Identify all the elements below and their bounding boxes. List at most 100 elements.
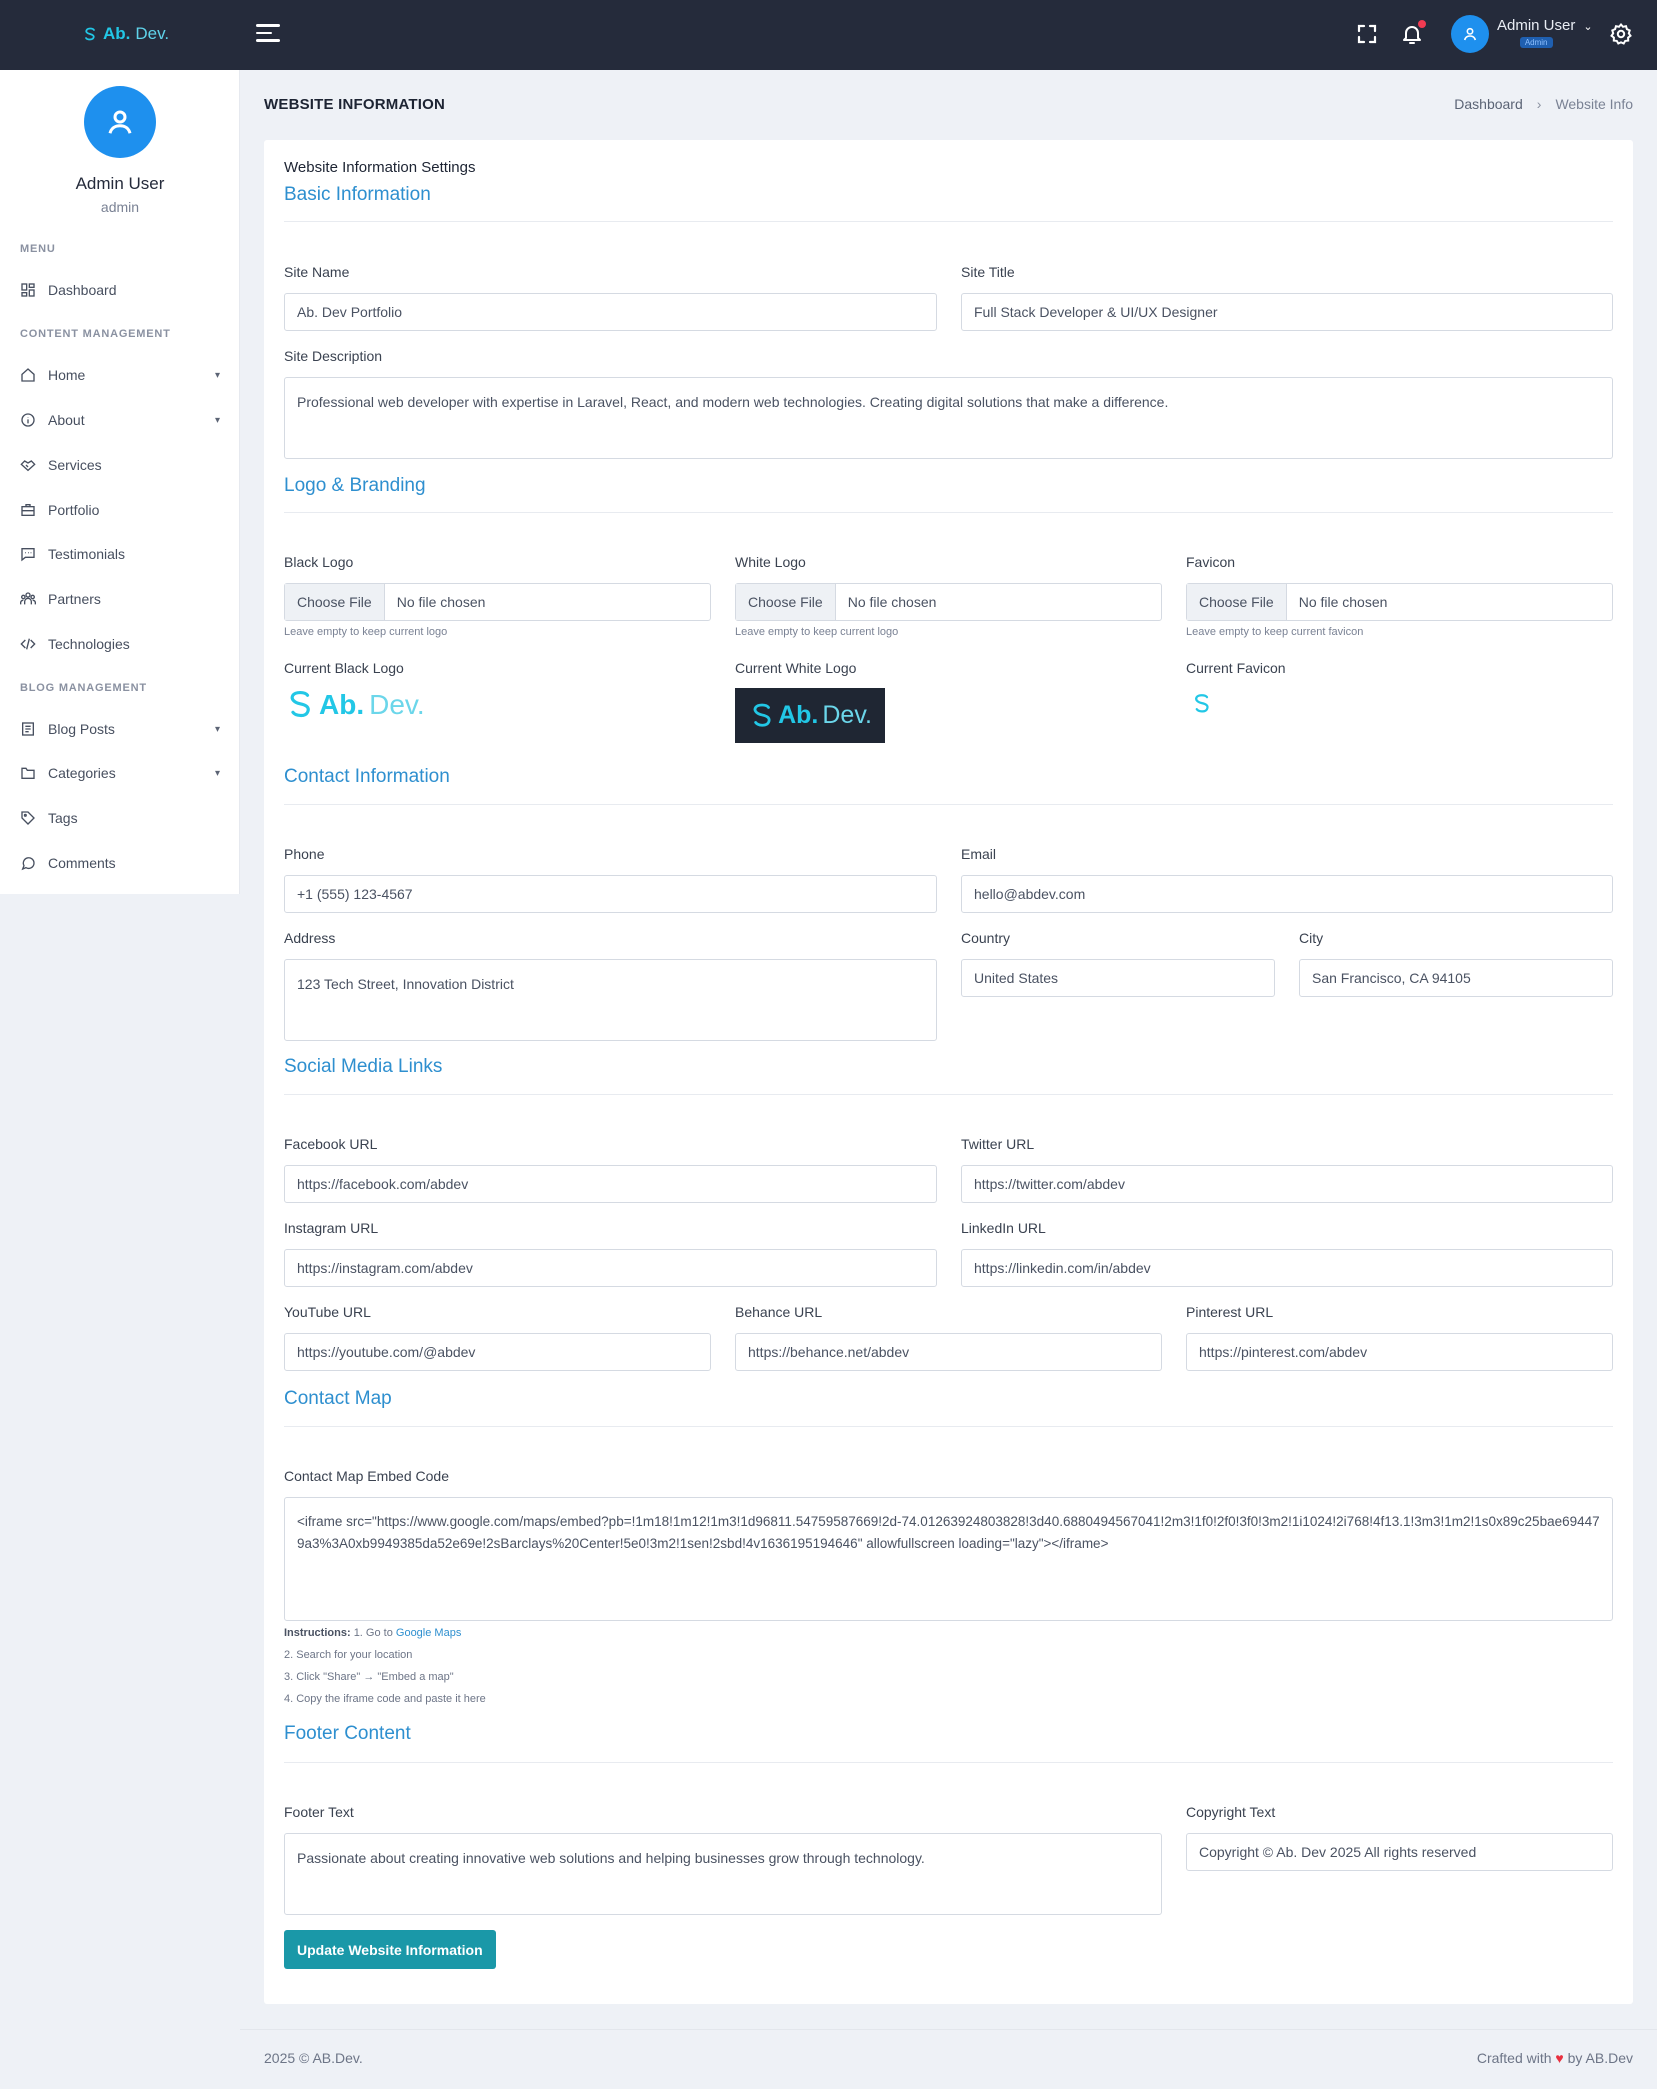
divider	[284, 1426, 1613, 1427]
sidebar-item-label: Partners	[48, 591, 101, 607]
breadcrumb-separator: ›	[1536, 96, 1542, 112]
site-name-input[interactable]: Ab. Dev Portfolio	[284, 293, 937, 331]
breadcrumb-dashboard-link[interactable]: Dashboard	[1454, 96, 1523, 112]
fullscreen-icon[interactable]	[1355, 22, 1381, 48]
sidebar-item-blog-posts[interactable]: Blog Posts ▾	[20, 714, 220, 744]
sidebar-item-categories[interactable]: Categories ▾	[20, 758, 220, 788]
map-instruction-2: 2. Search for your location	[284, 1649, 413, 1661]
profile-name: Admin User	[75, 174, 165, 193]
user-avatar	[1451, 15, 1489, 53]
linkedin-input[interactable]: https://linkedin.com/in/abdev	[961, 1249, 1613, 1287]
sidebar-item-home[interactable]: Home ▾	[20, 360, 220, 390]
site-name-label: Site Name	[284, 264, 350, 280]
brand-s-icon	[290, 690, 310, 718]
email-input[interactable]: hello@abdev.com	[961, 875, 1613, 913]
menu-toggle-icon[interactable]	[256, 24, 280, 46]
sidebar-item-label: Technologies	[48, 636, 130, 652]
sidebar-item-partners[interactable]: Partners	[20, 584, 220, 614]
facebook-input[interactable]: https://facebook.com/abdev	[284, 1165, 937, 1203]
twitter-label: Twitter URL	[961, 1136, 1035, 1152]
handshake-icon	[20, 460, 36, 472]
choose-file-button[interactable]: Choose File	[1187, 584, 1287, 620]
sidebar-item-label: Testimonials	[48, 546, 126, 562]
users-icon	[20, 592, 36, 605]
site-description-label: Site Description	[284, 348, 383, 364]
favicon-label: Favicon	[1186, 554, 1236, 570]
site-title-input[interactable]: Full Stack Developer & UI/UX Designer	[961, 293, 1613, 331]
notification-bell-icon[interactable]	[1400, 20, 1426, 48]
pinterest-input[interactable]: https://pinterest.com/abdev	[1186, 1333, 1613, 1371]
logo-text-main: Ab.	[778, 701, 819, 729]
sidebar-item-dashboard[interactable]: Dashboard	[20, 275, 220, 305]
user-name: Admin User	[1497, 17, 1576, 34]
chevron-down-icon: ▾	[214, 723, 220, 735]
sidebar-item-label: Categories	[48, 765, 116, 781]
favicon-file-input[interactable]: Choose File No file chosen	[1186, 583, 1613, 621]
folder-icon	[21, 767, 35, 779]
country-input[interactable]: United States	[961, 959, 1275, 997]
sidebar-item-portfolio[interactable]: Portfolio	[20, 495, 220, 525]
current-white-logo-label: Current White Logo	[735, 660, 857, 676]
email-label: Email	[961, 846, 997, 862]
settings-gear-icon[interactable]	[1609, 22, 1635, 48]
instruction-text: 1. Go to	[353, 1627, 393, 1639]
sidebar-item-technologies[interactable]: Technologies	[20, 629, 220, 659]
section-basic-title: Basic Information	[284, 184, 431, 205]
map-instruction-1: Instructions: 1. Go to Google Maps	[284, 1627, 461, 1639]
file-status: No file chosen	[1298, 594, 1388, 610]
chevron-down-icon: ▾	[214, 414, 220, 426]
sidebar-item-label: Services	[48, 457, 102, 473]
copyright-input[interactable]: Copyright © Ab. Dev 2025 All rights rese…	[1186, 1833, 1613, 1871]
black-logo-file-input[interactable]: Choose File No file chosen	[284, 583, 711, 621]
current-favicon-image	[1190, 692, 1212, 719]
youtube-label: YouTube URL	[284, 1304, 371, 1320]
black-logo-label: Black Logo	[284, 554, 354, 570]
black-logo-hint: Leave empty to keep current logo	[284, 626, 448, 638]
logo-text-sub: Dev.	[822, 701, 872, 729]
white-logo-hint: Leave empty to keep current logo	[735, 626, 899, 638]
heart-icon: ♥	[1555, 2050, 1564, 2066]
user-menu[interactable]: Admin User Admin ⌄	[1451, 15, 1593, 53]
city-input[interactable]: San Francisco, CA 94105	[1299, 959, 1613, 997]
google-maps-link[interactable]: Google Maps	[396, 1627, 461, 1639]
document-icon	[22, 722, 34, 736]
phone-label: Phone	[284, 846, 325, 862]
info-icon	[21, 413, 35, 427]
map-instruction-4: 4. Copy the iframe code and paste it her…	[284, 1693, 486, 1705]
dashboard-icon	[21, 283, 35, 297]
choose-file-button[interactable]: Choose File	[285, 584, 385, 620]
logo-text-main: Ab.	[319, 689, 365, 720]
divider	[284, 1762, 1613, 1763]
youtube-input[interactable]: https://youtube.com/@abdev	[284, 1333, 711, 1371]
current-black-logo-image: Ab. Dev.	[284, 688, 425, 722]
sidebar: Admin User admin MENU Dashboard CONTENT …	[0, 70, 240, 894]
instagram-input[interactable]: https://instagram.com/abdev	[284, 1249, 937, 1287]
instructions-label: Instructions:	[284, 1627, 351, 1639]
white-logo-file-input[interactable]: Choose File No file chosen	[735, 583, 1162, 621]
map-instruction-3: 3. Click "Share" → "Embed a map"	[284, 1671, 454, 1683]
behance-input[interactable]: https://behance.net/abdev	[735, 1333, 1162, 1371]
page-footer: 2025 © AB.Dev. Crafted with ♥ by AB.Dev	[240, 2029, 1657, 2089]
brand-main-text: Ab.	[103, 24, 131, 43]
city-label: City	[1299, 930, 1324, 946]
address-textarea[interactable]: 123 Tech Street, Innovation District	[284, 959, 937, 1041]
choose-file-button[interactable]: Choose File	[736, 584, 836, 620]
linkedin-label: LinkedIn URL	[961, 1220, 1046, 1236]
brand-logo[interactable]: Ab. Dev.	[82, 24, 169, 44]
map-embed-textarea[interactable]: <iframe src="https://www.google.com/maps…	[284, 1497, 1613, 1621]
phone-input[interactable]: +1 (555) 123-4567	[284, 875, 937, 913]
update-website-information-button[interactable]: Update Website Information	[284, 1930, 496, 1969]
user-role-badge: Admin	[1519, 37, 1553, 48]
current-white-logo-image: Ab. Dev.	[735, 688, 885, 743]
footer-text-textarea[interactable]: Passionate about creating innovative web…	[284, 1833, 1162, 1915]
site-description-textarea[interactable]: Professional web developer with expertis…	[284, 377, 1613, 459]
sidebar-item-testimonials[interactable]: Testimonials	[20, 539, 220, 569]
sidebar-item-about[interactable]: About ▾	[20, 405, 220, 435]
brand-s-icon	[1195, 694, 1209, 713]
map-embed-label: Contact Map Embed Code	[284, 1468, 449, 1484]
sidebar-item-label: About	[48, 412, 85, 428]
sidebar-item-tags[interactable]: Tags	[20, 803, 220, 833]
sidebar-item-services[interactable]: Services	[20, 450, 220, 480]
sidebar-item-comments[interactable]: Comments	[20, 848, 220, 878]
twitter-input[interactable]: https://twitter.com/abdev	[961, 1165, 1613, 1203]
